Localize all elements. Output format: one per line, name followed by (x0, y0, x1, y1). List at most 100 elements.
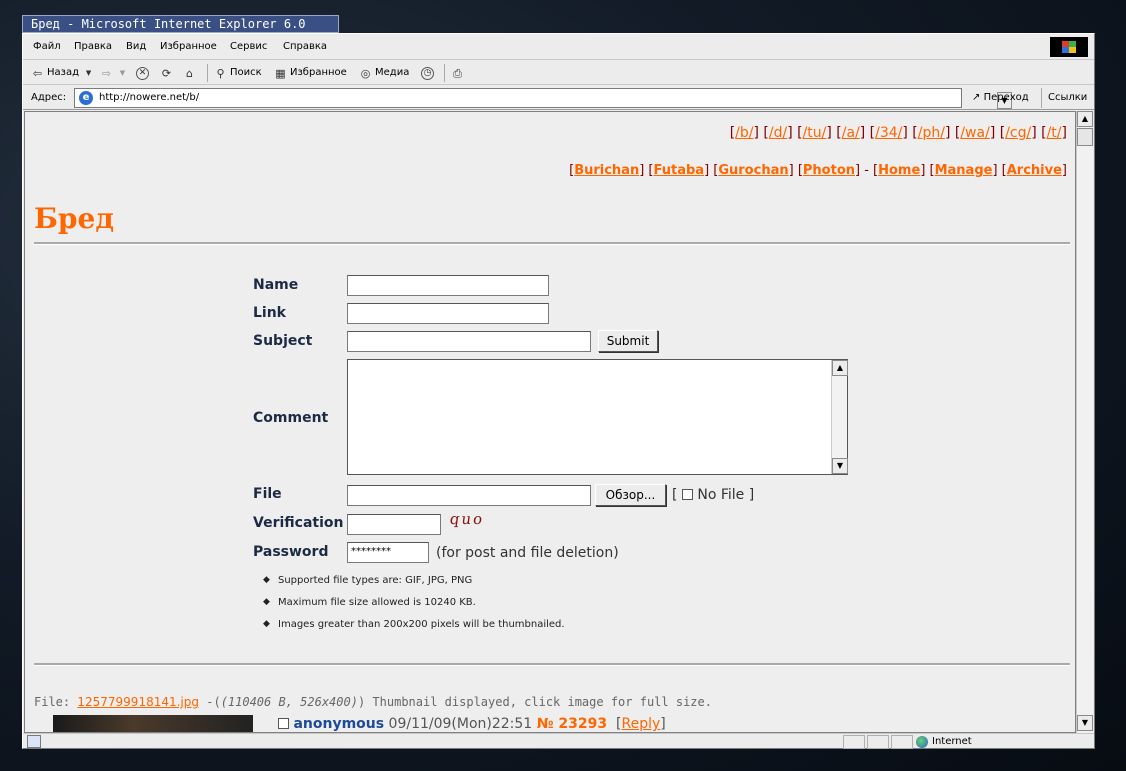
verification-input[interactable] (347, 514, 441, 535)
print-button[interactable]: ⎙ (451, 65, 464, 81)
board-logo: Бред (34, 202, 114, 235)
status-bar: Internet (23, 733, 1094, 749)
board-link-34[interactable]: /34/ (875, 125, 902, 141)
board-link-ph[interactable]: /ph/ (918, 125, 945, 141)
go-arrow-icon: ↗ (972, 92, 981, 103)
windows-logo-icon (1050, 37, 1088, 57)
browser-window: Файл Правка Вид Избранное Сервис Справка… (22, 33, 1095, 749)
divider (34, 663, 1070, 666)
toolbar: ⇦ Назад ▼ ⇨ ▼ ✕ ⟳ ⌂ ⚲ Поиск ▦ Избранное … (23, 61, 1094, 85)
menu-file[interactable]: Файл (33, 41, 61, 52)
board-link-a[interactable]: /a/ (842, 125, 860, 141)
captcha-image: quo (448, 510, 486, 528)
board-link-d[interactable]: /d/ (769, 125, 787, 141)
home-link[interactable]: Home (878, 163, 920, 178)
board-link-wa[interactable]: /wa/ (960, 125, 989, 141)
subject-input[interactable] (347, 331, 591, 352)
submit-button[interactable]: Submit (598, 330, 658, 352)
password-hint: (for post and file deletion) (436, 545, 619, 561)
menu-view[interactable]: Вид (126, 41, 146, 52)
verification-label: Verification (253, 515, 344, 531)
search-icon: ⚲ (216, 66, 225, 80)
archive-link[interactable]: Archive (1007, 163, 1062, 178)
comment-textarea[interactable]: ▲ ▼ (347, 359, 848, 475)
name-label: Name (253, 277, 299, 293)
file-label: File (253, 486, 282, 502)
favorites-button-label: Избранное (290, 67, 347, 78)
scroll-down-icon[interactable]: ▼ (1077, 715, 1093, 731)
file-link[interactable]: 1257799918141.jpg (77, 695, 199, 709)
subject-label: Subject (253, 333, 313, 349)
links-button[interactable]: Ссылки (1041, 88, 1091, 108)
history-icon: ◷ (421, 66, 434, 80)
scroll-up-icon[interactable]: ▲ (1077, 111, 1093, 127)
post-thumbnail[interactable] (53, 715, 253, 732)
back-button[interactable]: ⇦ Назад ▼ (31, 65, 95, 81)
status-cell (843, 735, 865, 749)
stop-button[interactable]: ✕ (136, 65, 149, 81)
address-url: http://nowere.net/b/ (99, 92, 200, 103)
chevron-down-icon: ▼ (119, 68, 126, 77)
scroll-thumb[interactable] (1077, 128, 1093, 146)
search-button[interactable]: ⚲ Поиск (214, 65, 261, 81)
reply-link[interactable]: Reply (621, 716, 660, 732)
scroll-up-icon[interactable]: ▲ (832, 360, 848, 376)
address-label: Адрес: (31, 92, 67, 103)
no-file-label: No File (697, 487, 745, 503)
comment-label: Comment (253, 410, 329, 426)
history-button[interactable]: ◷ (421, 65, 434, 81)
page-status-icon (27, 735, 41, 748)
no-file-option: [ No File ] (672, 487, 755, 503)
password-input[interactable]: ******** (347, 542, 429, 563)
back-button-label: Назад (47, 67, 80, 78)
stop-icon: ✕ (136, 66, 149, 80)
toolbar-divider (207, 64, 208, 82)
board-link-cg[interactable]: /cg/ (1005, 125, 1031, 141)
home-button[interactable]: ⌂ (183, 65, 196, 81)
style-photon-link[interactable]: Photon (803, 163, 855, 178)
globe-icon (916, 735, 928, 748)
rule-thumbnail: Images greater than 200x200 pixels will … (263, 619, 565, 630)
style-futaba-link[interactable]: Futaba (654, 163, 705, 178)
address-input[interactable]: e http://nowere.net/b/ ▼ (74, 88, 1012, 109)
go-button[interactable]: ↗ Переход (968, 88, 1038, 108)
board-link-b[interactable]: /b/ (735, 125, 753, 141)
menu-help[interactable]: Справка (283, 41, 327, 52)
page-scrollbar[interactable]: ▲ ▼ (1076, 111, 1093, 733)
forward-arrow-icon: ⇨ (101, 66, 112, 80)
link-label: Link (253, 305, 286, 321)
comment-scrollbar[interactable]: ▲ ▼ (831, 360, 848, 474)
post-number[interactable]: № 23293 (537, 716, 607, 732)
divider (34, 242, 1070, 245)
scroll-down-icon[interactable]: ▼ (832, 458, 848, 474)
chevron-down-icon: ▼ (85, 68, 92, 77)
favorites-button[interactable]: ▦ Избранное (274, 65, 347, 81)
name-input[interactable] (347, 275, 549, 296)
window-title[interactable]: Бред - Microsoft Internet Explorer 6.0 (22, 15, 339, 33)
rule-max-size: Maximum file size allowed is 10240 KB. (263, 597, 476, 608)
browse-button[interactable]: Обзор... (595, 484, 666, 506)
link-input[interactable] (347, 303, 549, 324)
manage-link[interactable]: Manage (935, 163, 993, 178)
menu-tools[interactable]: Сервис (230, 41, 267, 52)
post-delete-checkbox[interactable] (278, 718, 289, 729)
refresh-icon: ⟳ (161, 66, 172, 80)
post-date: 09/11/09(Mon)22:51 (388, 716, 533, 732)
no-file-checkbox[interactable] (681, 489, 693, 500)
page-icon: e (79, 91, 93, 105)
media-button[interactable]: ◎ Медиа (359, 65, 410, 81)
menu-bar: Файл Правка Вид Избранное Сервис Справка (23, 34, 1094, 60)
favorites-icon: ▦ (275, 66, 286, 80)
rule-file-types: Supported file types are: GIF, JPG, PNG (263, 575, 472, 586)
board-link-t[interactable]: /t/ (1047, 125, 1062, 141)
style-burichan-link[interactable]: Burichan (574, 163, 639, 178)
refresh-button[interactable]: ⟳ (160, 65, 173, 81)
style-gurochan-link[interactable]: Gurochan (718, 163, 788, 178)
file-input[interactable] (347, 485, 591, 506)
menu-edit[interactable]: Правка (74, 41, 112, 52)
menu-favorites[interactable]: Избранное (160, 41, 217, 52)
forward-button[interactable]: ⇨ ▼ (100, 65, 129, 81)
post-header: anonymous 09/11/09(Mon)22:51 № 23293 [Re… (278, 716, 666, 732)
board-link-tu[interactable]: /tu/ (803, 125, 827, 141)
media-button-label: Медиа (375, 67, 410, 78)
